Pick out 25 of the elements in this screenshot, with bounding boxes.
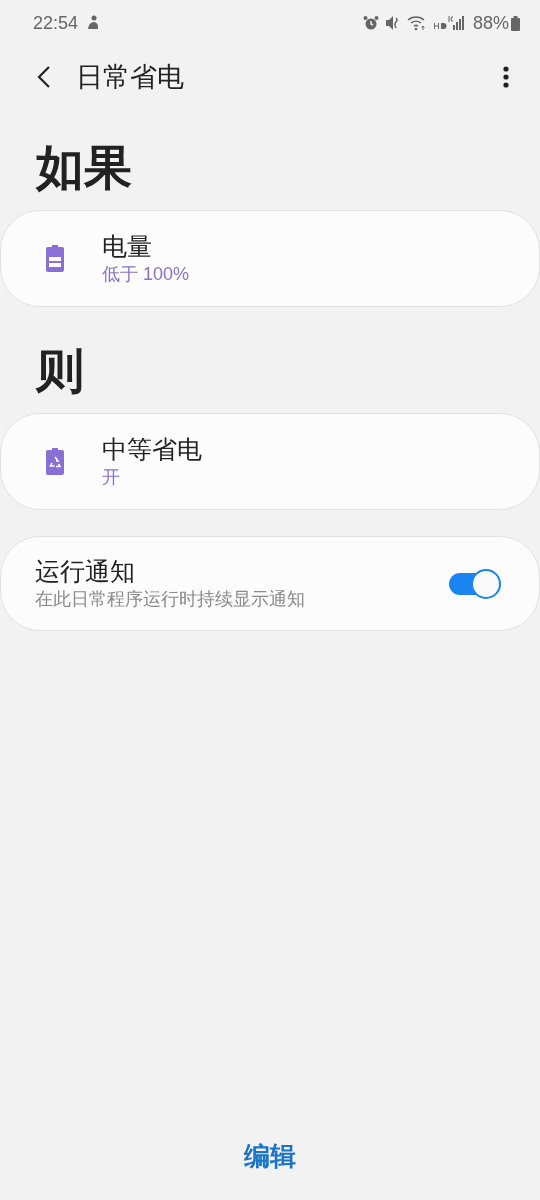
more-icon <box>502 65 510 89</box>
edit-button[interactable]: 编辑 <box>236 1135 304 1178</box>
clock: 22:54 <box>33 12 79 34</box>
card-value: 低于 100% <box>102 263 190 287</box>
toggle-switch[interactable] <box>449 568 501 599</box>
wifi-icon <box>406 15 427 31</box>
battery-icon <box>46 245 64 272</box>
mute-icon <box>384 15 401 31</box>
setting-label: 运行通知 <box>35 555 136 587</box>
rule-card[interactable]: 电量 低于 100% <box>0 210 540 307</box>
setting-description: 在此日常程序运行时持续显示通知 <box>35 588 306 612</box>
page-title: 日常省电 <box>76 61 185 94</box>
section-heading: 如果 <box>36 144 133 192</box>
card-value: 开 <box>102 466 121 490</box>
battery-icon <box>511 15 520 31</box>
battery-saver-icon <box>46 448 64 475</box>
signal-icon <box>432 15 467 31</box>
card-title: 电量 <box>102 230 153 262</box>
battery-percentage: 88% <box>472 12 509 34</box>
section-heading: 则 <box>36 347 85 395</box>
back-icon <box>36 65 52 89</box>
figure-icon <box>86 15 101 31</box>
card-title: 中等省电 <box>102 433 202 465</box>
alarm-icon <box>362 15 379 31</box>
rule-card[interactable]: 中等省电 开 <box>0 413 540 510</box>
